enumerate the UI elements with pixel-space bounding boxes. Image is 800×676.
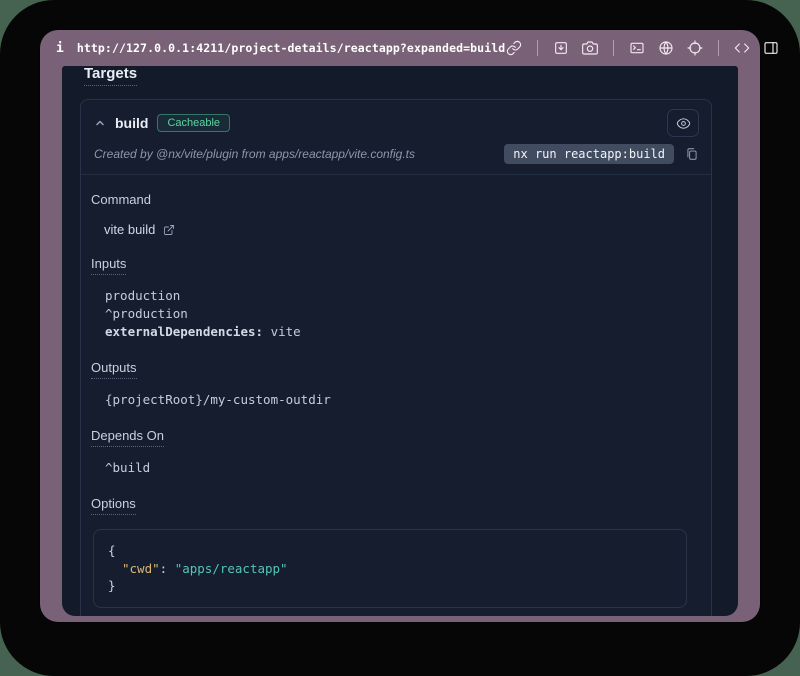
created-by-row: Created by @nx/vite/plugin from apps/rea… bbox=[81, 139, 711, 175]
inputs-section: Inputs production^productionexternalDepe… bbox=[91, 255, 699, 341]
output-item: {projectRoot}/my-custom-outdir bbox=[105, 391, 699, 409]
input-item: production bbox=[105, 287, 699, 305]
json-brace-open: { bbox=[108, 542, 672, 560]
command-value[interactable]: vite build bbox=[104, 222, 155, 237]
target-card-build: build Cacheable Created by @nx/vite/plug… bbox=[80, 99, 712, 616]
command-section: Command vite build bbox=[91, 191, 699, 237]
outputs-section: Outputs {projectRoot}/my-custom-outdir bbox=[91, 359, 699, 409]
options-code-block: {"cwd": "apps/reactapp"} bbox=[93, 529, 687, 608]
browser-toolbar: i http://127.0.0.1:4211/project-details/… bbox=[40, 30, 760, 66]
options-section: Options {"cwd": "apps/reactapp"} bbox=[91, 495, 699, 608]
json-separator: : bbox=[160, 561, 175, 576]
json-line-cwd: "cwd": "apps/reactapp" bbox=[108, 560, 672, 578]
code-icon[interactable] bbox=[733, 39, 751, 57]
inputs-list: production^productionexternalDependencie… bbox=[105, 287, 699, 341]
depends-on-item: ^build bbox=[105, 459, 699, 477]
project-details-page: Targets build Cacheable bbox=[62, 66, 738, 616]
external-link-icon[interactable] bbox=[163, 224, 175, 236]
json-value: "apps/reactapp" bbox=[175, 561, 288, 576]
input-item-kv: externalDependencies: vite bbox=[105, 323, 699, 341]
cacheable-badge[interactable]: Cacheable bbox=[157, 114, 230, 132]
link-icon[interactable] bbox=[505, 39, 523, 57]
info-icon: i bbox=[56, 41, 64, 56]
build-card-header[interactable]: build Cacheable bbox=[81, 100, 711, 139]
toolbar-icons bbox=[505, 39, 780, 57]
inputs-label[interactable]: Inputs bbox=[91, 256, 126, 275]
input-kv-key: externalDependencies: bbox=[105, 324, 263, 339]
browser-window: i http://127.0.0.1:4211/project-details/… bbox=[40, 30, 760, 622]
outputs-label[interactable]: Outputs bbox=[91, 360, 137, 379]
command-label: Command bbox=[91, 192, 151, 207]
input-kv-value: vite bbox=[263, 324, 301, 339]
input-item: ^production bbox=[105, 305, 699, 323]
run-command-chip: nx run reactapp:build bbox=[504, 144, 674, 164]
import-box-icon[interactable] bbox=[552, 39, 570, 57]
created-by-text: Created by @nx/vite/plugin from apps/rea… bbox=[94, 147, 504, 161]
screenshot-backdrop: i http://127.0.0.1:4211/project-details/… bbox=[0, 0, 800, 676]
browser-viewport[interactable]: Targets build Cacheable bbox=[62, 66, 738, 616]
depends-on-list: ^build bbox=[105, 459, 699, 477]
split-panel-icon[interactable] bbox=[762, 39, 780, 57]
depends-on-label[interactable]: Depends On bbox=[91, 428, 164, 447]
toolbar-divider bbox=[718, 40, 719, 56]
terminal-icon[interactable] bbox=[628, 39, 646, 57]
camera-icon[interactable] bbox=[581, 39, 599, 57]
copy-command-button[interactable] bbox=[685, 147, 699, 161]
depends-on-section: Depends On ^build bbox=[91, 427, 699, 477]
outputs-list: {projectRoot}/my-custom-outdir bbox=[105, 391, 699, 409]
url-text[interactable]: http://127.0.0.1:4211/project-details/re… bbox=[77, 41, 505, 55]
toolbar-divider bbox=[613, 40, 614, 56]
targets-heading: Targets bbox=[84, 66, 712, 86]
command-value-row: vite build bbox=[104, 222, 699, 237]
json-key: "cwd" bbox=[122, 561, 160, 576]
view-target-graph-button[interactable] bbox=[667, 109, 699, 137]
crosshair-icon[interactable] bbox=[686, 39, 704, 57]
build-card-body: Command vite build Inputs production^pro… bbox=[81, 175, 711, 616]
options-label[interactable]: Options bbox=[91, 496, 136, 515]
chevron-up-icon[interactable] bbox=[94, 117, 106, 129]
globe-icon[interactable] bbox=[657, 39, 675, 57]
clipboard-icon bbox=[685, 147, 699, 161]
target-name: build bbox=[115, 115, 148, 131]
json-brace-close: } bbox=[108, 577, 672, 595]
eye-icon bbox=[676, 116, 691, 131]
toolbar-divider bbox=[537, 40, 538, 56]
targets-heading-text[interactable]: Targets bbox=[84, 66, 137, 86]
